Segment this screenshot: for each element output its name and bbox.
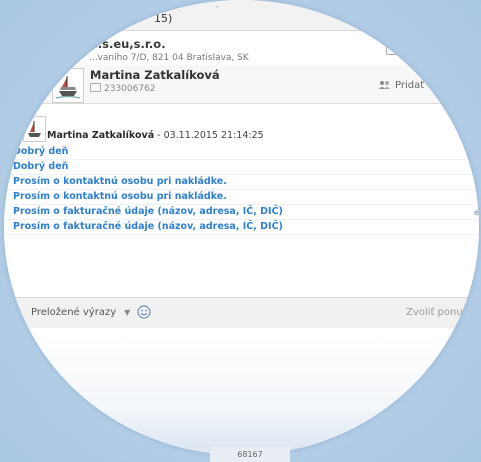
phone-icon	[90, 83, 101, 92]
card-icon[interactable]	[386, 43, 398, 55]
add-contacts-icon	[379, 81, 390, 89]
message-line: Dobrý deň	[4, 145, 479, 160]
message-line: Prosím o kontaktnú osobu pri nakládke.	[4, 175, 479, 190]
composer-toolbar: Preložené výrazy ▼ Zvoliť ponuku	[4, 297, 479, 329]
top-partial-label: 15)	[154, 12, 173, 25]
company-row[interactable]: ...s.eu,s.r.o. ...vaniho 7/D, 821 04 Bra…	[4, 31, 479, 66]
add-to-label: Pridať do	[395, 80, 440, 91]
avatar	[52, 68, 84, 103]
message-author: Martina Zatkalíková	[47, 130, 155, 141]
message-line: Prosím o fakturačné údaje (názov, adresa…	[4, 220, 479, 235]
chat-history[interactable]: Martina Zatkalíková - 03.11.2015 21:14:2…	[4, 104, 479, 297]
contact-phone-number: 233006762	[104, 84, 156, 94]
contact-name: Martina Zatkalíková	[90, 68, 220, 82]
top-header-bar: - 15)	[4, 0, 479, 31]
message-line: Dobrý deň	[4, 160, 479, 175]
chevron-down-icon: ▼	[124, 308, 131, 317]
magnified-view: - 15) ...s.eu,s.r.o. ...vaniho 7/D, 821 …	[4, 0, 479, 455]
top-partial-text: -	[216, 2, 219, 11]
ship-icon	[24, 117, 45, 141]
company-name: ...s.eu,s.r.o.	[89, 37, 166, 51]
message-input[interactable]	[4, 328, 479, 455]
choose-menu-button[interactable]: Zvoliť ponuku	[406, 307, 475, 318]
contact-phone: 233006762	[90, 83, 156, 94]
translated-phrases-dropdown[interactable]: Preložené výrazy ▼	[31, 307, 130, 318]
message-line: Prosím o fakturačné údaje (názov, adresa…	[4, 205, 479, 220]
translated-phrases-label: Preložené výrazy	[31, 307, 117, 318]
message-avatar	[23, 116, 46, 142]
contact-row[interactable]: Martina Zatkalíková 233006762 Pridať do	[4, 65, 479, 104]
add-to-button[interactable]: Pridať do	[378, 80, 440, 91]
side-peek-text: e	[474, 208, 479, 217]
bottom-peek-text: 68167	[210, 447, 290, 462]
emoji-icon[interactable]	[137, 305, 151, 319]
company-address: ...vaniho 7/D, 821 04 Bratislava, SK	[89, 53, 249, 63]
message-lines: Dobrý deň Dobrý deň Prosím o kontaktnú o…	[4, 145, 479, 235]
message-line: Prosím o kontaktnú osobu pri nakládke.	[4, 190, 479, 205]
ship-icon	[53, 69, 83, 102]
background: - 15) ...s.eu,s.r.o. ...vaniho 7/D, 821 …	[0, 0, 481, 462]
message-timestamp: - 03.11.2015 21:14:25	[154, 130, 264, 141]
message-header: Martina Zatkalíková - 03.11.2015 21:14:2…	[47, 130, 264, 141]
